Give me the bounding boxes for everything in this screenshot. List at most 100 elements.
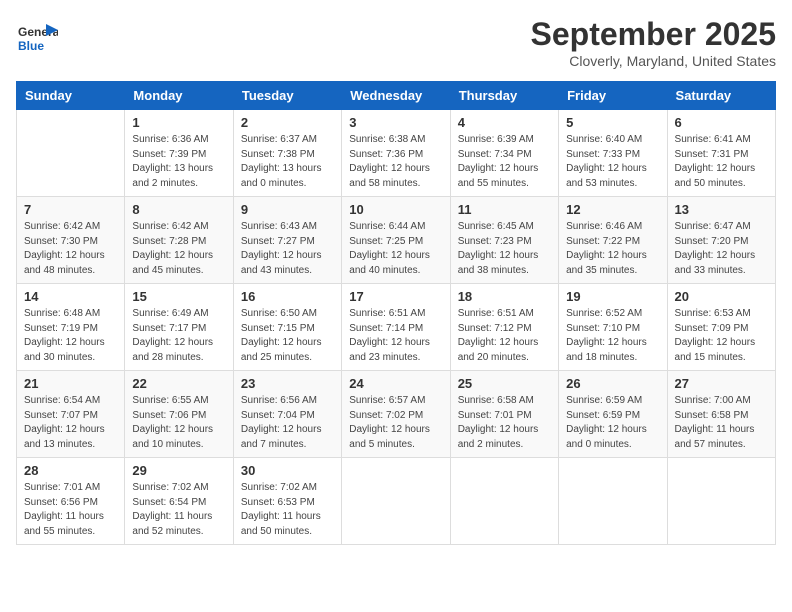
day-number: 7 <box>24 202 117 217</box>
calendar-cell: 12 Sunrise: 6:46 AM Sunset: 7:22 PM Dayli… <box>559 197 667 284</box>
day-number: 17 <box>349 289 442 304</box>
location-subtitle: Cloverly, Maryland, United States <box>531 53 776 69</box>
day-info: Sunrise: 6:48 AM Sunset: 7:19 PM Dayligh… <box>24 307 117 365</box>
calendar-cell: 7 Sunrise: 6:42 AM Sunset: 7:30 PM Daylig… <box>17 197 125 284</box>
calendar-cell: 1Sunrise: 6:36 AM Sunset: 7:39 PM Daylig… <box>125 110 233 197</box>
weekday-header-tuesday: Tuesday <box>233 82 341 110</box>
day-info: Sunrise: 6:59 AM Sunset: 6:59 PM Dayligh… <box>566 394 659 452</box>
calendar-week-row: 14 Sunrise: 6:48 AM Sunset: 7:19 PM Dayli… <box>17 284 776 371</box>
day-number: 22 <box>132 376 225 391</box>
day-info: Sunrise: 6:41 AM Sunset: 7:31 PM Dayligh… <box>675 133 768 191</box>
calendar-week-row: 7 Sunrise: 6:42 AM Sunset: 7:30 PM Daylig… <box>17 197 776 284</box>
calendar-cell: 8 Sunrise: 6:42 AM Sunset: 7:28 PM Daylig… <box>125 197 233 284</box>
day-number: 11 <box>458 202 551 217</box>
weekday-header-monday: Monday <box>125 82 233 110</box>
day-info: Sunrise: 6:51 AM Sunset: 7:14 PM Dayligh… <box>349 307 442 365</box>
calendar-cell <box>559 458 667 545</box>
calendar-cell: 2Sunrise: 6:37 AM Sunset: 7:38 PM Daylig… <box>233 110 341 197</box>
day-number: 23 <box>241 376 334 391</box>
calendar-week-row: 21Sunrise: 6:54 AM Sunset: 7:07 PM Dayli… <box>17 371 776 458</box>
calendar-week-row: 28 Sunrise: 7:01 AM Sunset: 6:56 PM Dayli… <box>17 458 776 545</box>
day-info: Sunrise: 6:56 AM Sunset: 7:04 PM Dayligh… <box>241 394 334 452</box>
calendar-cell: 11 Sunrise: 6:45 AM Sunset: 7:23 PM Dayli… <box>450 197 558 284</box>
calendar-cell: 27 Sunrise: 7:00 AM Sunset: 6:58 PM Dayli… <box>667 371 775 458</box>
day-info: Sunrise: 6:40 AM Sunset: 7:33 PM Dayligh… <box>566 133 659 191</box>
day-number: 13 <box>675 202 768 217</box>
day-info: Sunrise: 6:52 AM Sunset: 7:10 PM Dayligh… <box>566 307 659 365</box>
day-info: Sunrise: 6:51 AM Sunset: 7:12 PM Dayligh… <box>458 307 551 365</box>
calendar-cell: 20 Sunrise: 6:53 AM Sunset: 7:09 PM Dayli… <box>667 284 775 371</box>
calendar-cell: 3 Sunrise: 6:38 AM Sunset: 7:36 PM Daylig… <box>342 110 450 197</box>
calendar-cell: 21Sunrise: 6:54 AM Sunset: 7:07 PM Dayli… <box>17 371 125 458</box>
calendar-table: SundayMondayTuesdayWednesdayThursdayFrid… <box>16 81 776 545</box>
day-info: Sunrise: 6:46 AM Sunset: 7:22 PM Dayligh… <box>566 220 659 278</box>
day-info: Sunrise: 7:02 AM Sunset: 6:53 PM Dayligh… <box>241 481 334 539</box>
day-number: 18 <box>458 289 551 304</box>
day-number: 5 <box>566 115 659 130</box>
day-info: Sunrise: 6:36 AM Sunset: 7:39 PM Dayligh… <box>132 133 225 191</box>
calendar-cell: 29 Sunrise: 7:02 AM Sunset: 6:54 PM Dayli… <box>125 458 233 545</box>
calendar-cell: 24 Sunrise: 6:57 AM Sunset: 7:02 PM Dayli… <box>342 371 450 458</box>
weekday-header-sunday: Sunday <box>17 82 125 110</box>
day-number: 10 <box>349 202 442 217</box>
svg-text:Blue: Blue <box>18 39 44 53</box>
calendar-cell: 10 Sunrise: 6:44 AM Sunset: 7:25 PM Dayli… <box>342 197 450 284</box>
day-number: 20 <box>675 289 768 304</box>
calendar-cell: 26Sunrise: 6:59 AM Sunset: 6:59 PM Dayli… <box>559 371 667 458</box>
day-info: Sunrise: 7:00 AM Sunset: 6:58 PM Dayligh… <box>675 394 768 452</box>
day-info: Sunrise: 7:01 AM Sunset: 6:56 PM Dayligh… <box>24 481 117 539</box>
calendar-cell: 30Sunrise: 7:02 AM Sunset: 6:53 PM Dayli… <box>233 458 341 545</box>
calendar-cell: 16Sunrise: 6:50 AM Sunset: 7:15 PM Dayli… <box>233 284 341 371</box>
day-info: Sunrise: 6:49 AM Sunset: 7:17 PM Dayligh… <box>132 307 225 365</box>
weekday-header-wednesday: Wednesday <box>342 82 450 110</box>
day-info: Sunrise: 6:58 AM Sunset: 7:01 PM Dayligh… <box>458 394 551 452</box>
calendar-cell: 22 Sunrise: 6:55 AM Sunset: 7:06 PM Dayli… <box>125 371 233 458</box>
day-number: 12 <box>566 202 659 217</box>
logo-icon: General Blue <box>16 16 58 58</box>
page-header: General Blue September 2025 Cloverly, Ma… <box>16 16 776 69</box>
day-number: 24 <box>349 376 442 391</box>
day-info: Sunrise: 6:47 AM Sunset: 7:20 PM Dayligh… <box>675 220 768 278</box>
calendar-cell: 18 Sunrise: 6:51 AM Sunset: 7:12 PM Dayli… <box>450 284 558 371</box>
weekday-header-friday: Friday <box>559 82 667 110</box>
calendar-cell: 9Sunrise: 6:43 AM Sunset: 7:27 PM Daylig… <box>233 197 341 284</box>
calendar-cell: 5 Sunrise: 6:40 AM Sunset: 7:33 PM Daylig… <box>559 110 667 197</box>
day-number: 25 <box>458 376 551 391</box>
day-number: 29 <box>132 463 225 478</box>
title-area: September 2025 Cloverly, Maryland, Unite… <box>531 16 776 69</box>
day-number: 28 <box>24 463 117 478</box>
day-number: 27 <box>675 376 768 391</box>
calendar-cell: 25 Sunrise: 6:58 AM Sunset: 7:01 PM Dayli… <box>450 371 558 458</box>
calendar-cell: 14 Sunrise: 6:48 AM Sunset: 7:19 PM Dayli… <box>17 284 125 371</box>
day-info: Sunrise: 7:02 AM Sunset: 6:54 PM Dayligh… <box>132 481 225 539</box>
day-info: Sunrise: 6:38 AM Sunset: 7:36 PM Dayligh… <box>349 133 442 191</box>
day-number: 15 <box>132 289 225 304</box>
calendar-week-row: 1Sunrise: 6:36 AM Sunset: 7:39 PM Daylig… <box>17 110 776 197</box>
day-info: Sunrise: 6:53 AM Sunset: 7:09 PM Dayligh… <box>675 307 768 365</box>
day-info: Sunrise: 6:42 AM Sunset: 7:28 PM Dayligh… <box>132 220 225 278</box>
calendar-cell <box>342 458 450 545</box>
calendar-cell: 17 Sunrise: 6:51 AM Sunset: 7:14 PM Dayli… <box>342 284 450 371</box>
day-info: Sunrise: 6:37 AM Sunset: 7:38 PM Dayligh… <box>241 133 334 191</box>
day-info: Sunrise: 6:42 AM Sunset: 7:30 PM Dayligh… <box>24 220 117 278</box>
calendar-cell <box>667 458 775 545</box>
day-info: Sunrise: 6:39 AM Sunset: 7:34 PM Dayligh… <box>458 133 551 191</box>
day-number: 6 <box>675 115 768 130</box>
day-info: Sunrise: 6:44 AM Sunset: 7:25 PM Dayligh… <box>349 220 442 278</box>
day-info: Sunrise: 6:57 AM Sunset: 7:02 PM Dayligh… <box>349 394 442 452</box>
calendar-cell: 23 Sunrise: 6:56 AM Sunset: 7:04 PM Dayli… <box>233 371 341 458</box>
day-number: 14 <box>24 289 117 304</box>
calendar-cell: 15 Sunrise: 6:49 AM Sunset: 7:17 PM Dayli… <box>125 284 233 371</box>
calendar-cell <box>450 458 558 545</box>
day-info: Sunrise: 6:50 AM Sunset: 7:15 PM Dayligh… <box>241 307 334 365</box>
weekday-header-thursday: Thursday <box>450 82 558 110</box>
day-info: Sunrise: 6:55 AM Sunset: 7:06 PM Dayligh… <box>132 394 225 452</box>
calendar-cell: 4 Sunrise: 6:39 AM Sunset: 7:34 PM Daylig… <box>450 110 558 197</box>
calendar-cell: 19 Sunrise: 6:52 AM Sunset: 7:10 PM Dayli… <box>559 284 667 371</box>
day-number: 8 <box>132 202 225 217</box>
day-number: 19 <box>566 289 659 304</box>
day-number: 3 <box>349 115 442 130</box>
calendar-cell: 6 Sunrise: 6:41 AM Sunset: 7:31 PM Daylig… <box>667 110 775 197</box>
day-info: Sunrise: 6:45 AM Sunset: 7:23 PM Dayligh… <box>458 220 551 278</box>
day-number: 4 <box>458 115 551 130</box>
